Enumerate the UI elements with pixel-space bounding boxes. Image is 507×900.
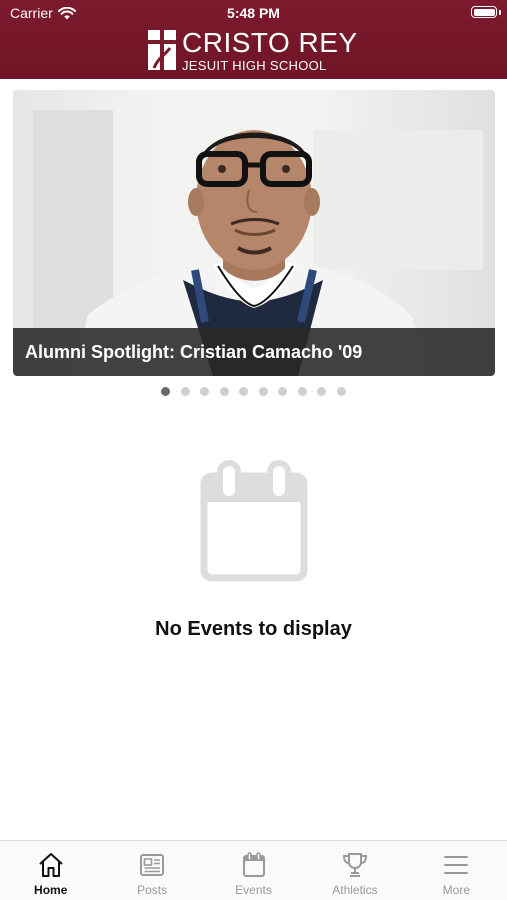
carousel-dot[interactable] — [219, 387, 229, 396]
no-events-message: No Events to display — [155, 618, 352, 640]
calendar-icon — [200, 460, 308, 582]
carousel-dot[interactable] — [278, 387, 288, 396]
school-logo: CRISTO REY JESUIT HIGH SCHOOL — [148, 28, 358, 72]
logo-subtitle: JESUIT HIGH SCHOOL — [182, 57, 327, 73]
tab-more-label: More — [442, 883, 470, 897]
carousel-page-indicator[interactable] — [0, 387, 507, 399]
tab-events[interactable]: Events — [203, 841, 304, 900]
app-screen: Carrier 5:48 PM CRISTO REY JESUIT HIGH S… — [0, 0, 507, 900]
carousel-dot[interactable] — [239, 387, 249, 396]
logo-mark-icon — [148, 30, 176, 70]
tab-more[interactable]: More — [406, 841, 507, 900]
tab-posts-label: Posts — [137, 883, 168, 897]
carousel-caption[interactable]: Alumni Spotlight: Cristian Camacho '09 — [13, 328, 495, 376]
carousel-dot[interactable] — [336, 387, 346, 396]
tab-athletics-label: Athletics — [332, 883, 378, 897]
carousel-dot[interactable] — [180, 387, 190, 396]
trophy-icon — [342, 853, 367, 877]
newspaper-icon — [140, 854, 165, 876]
carousel-dot[interactable] — [258, 387, 268, 396]
bottom-tab-bar: Home Posts Events Athletics More — [0, 840, 507, 900]
news-carousel[interactable]: Alumni Spotlight: Cristian Camacho '09 — [13, 90, 495, 376]
clock: 5:48 PM — [227, 5, 280, 21]
home-icon — [39, 853, 63, 877]
tab-home[interactable]: Home — [0, 841, 101, 900]
tab-home-label: Home — [34, 883, 68, 897]
tab-posts[interactable]: Posts — [101, 841, 202, 900]
app-header: Carrier 5:48 PM CRISTO REY JESUIT HIGH S… — [0, 0, 507, 79]
tab-events-label: Events — [235, 883, 272, 897]
carousel-dot[interactable] — [317, 387, 327, 396]
carousel-dot[interactable] — [297, 387, 307, 396]
logo-title: CRISTO REY — [182, 26, 358, 58]
status-bar: Carrier 5:48 PM — [0, 0, 507, 26]
tab-athletics[interactable]: Athletics — [304, 841, 405, 900]
carousel-dot[interactable] — [161, 387, 171, 396]
carousel-dot[interactable] — [200, 387, 210, 396]
battery-icon — [471, 6, 501, 18]
menu-icon — [444, 856, 469, 874]
calendar-icon — [242, 852, 265, 877]
